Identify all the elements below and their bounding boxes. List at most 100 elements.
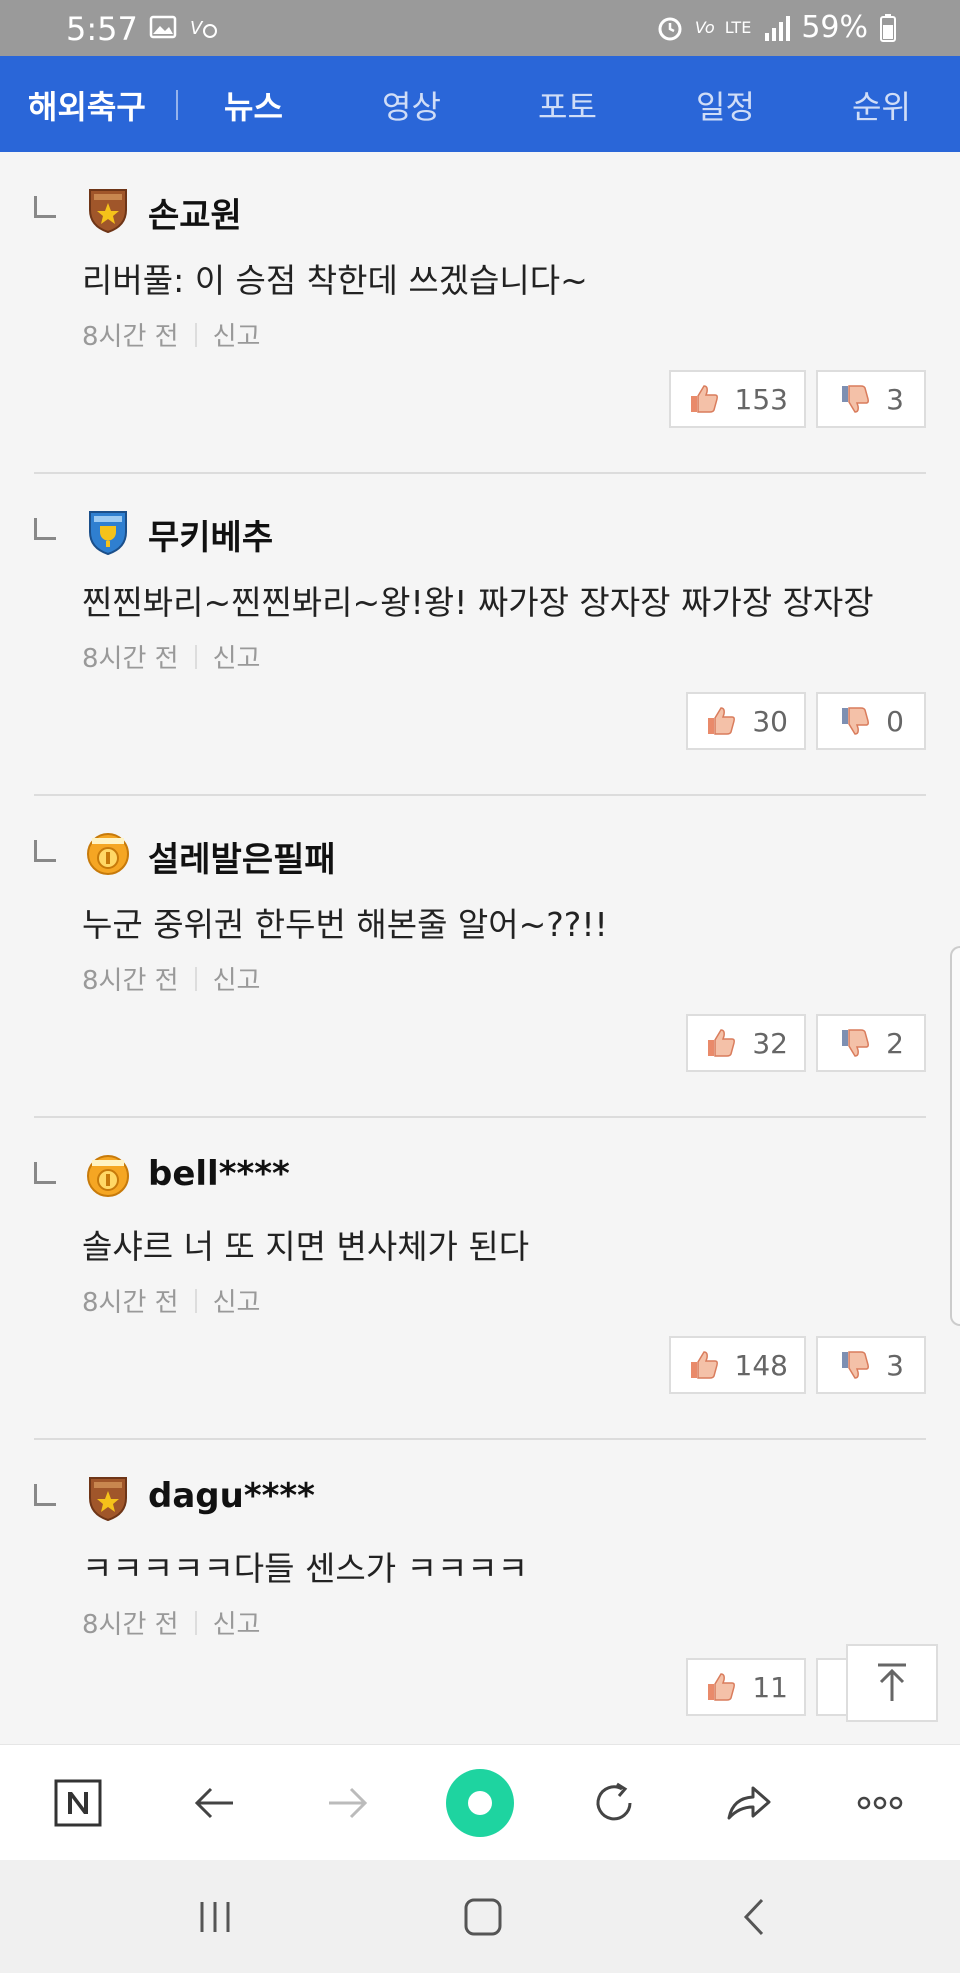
battery-icon xyxy=(880,13,896,42)
comment-item: dagu**** ㅋㅋㅋㅋㅋ다들 센스가 ㅋㅋㅋㅋ 8시간 전 신고 11 xyxy=(0,1440,960,1762)
more-button[interactable] xyxy=(852,1775,908,1831)
thumbs-up-icon xyxy=(708,707,736,735)
green-dot-button[interactable] xyxy=(444,1767,516,1839)
thumbs-up-icon xyxy=(690,1351,718,1379)
report-link[interactable]: 신고 xyxy=(213,1282,261,1319)
tab-photo[interactable]: 포토 xyxy=(538,82,597,128)
report-link[interactable]: 신고 xyxy=(213,316,261,353)
like-button[interactable]: 153 xyxy=(668,370,806,428)
side-scroll-handle[interactable] xyxy=(950,946,960,1326)
back-arrow-icon xyxy=(194,1787,233,1819)
comment-time: 8시간 전 xyxy=(82,966,179,996)
like-button[interactable]: 32 xyxy=(686,1014,806,1072)
comment-item: bell**** 솔샤르 너 또 지면 변사체가 된다 8시간 전 신고 148… xyxy=(0,1118,960,1440)
meta-separator xyxy=(194,966,197,991)
signal-icon xyxy=(765,15,791,41)
scroll-to-top-button[interactable] xyxy=(846,1644,938,1722)
comment-text: ㅋㅋㅋㅋㅋ다들 센스가 ㅋㅋㅋㅋ xyxy=(82,1549,529,1588)
bronze-shield-star-icon xyxy=(89,189,127,234)
reply-indicator-icon xyxy=(34,518,56,540)
status-time: 5:57 xyxy=(66,10,138,48)
dislike-count: 3 xyxy=(886,382,904,416)
dislike-button[interactable]: 2 xyxy=(816,1014,926,1072)
arrow-up-to-top-icon xyxy=(878,1663,906,1701)
comment-username[interactable]: 설레발은필패 xyxy=(148,832,336,881)
comment-time: 8시간 전 xyxy=(82,322,179,352)
sports-nav-bar: 해외축구 뉴스 영상 포토 일정 순위 xyxy=(0,56,960,152)
comment-username[interactable]: dagu**** xyxy=(148,1476,315,1516)
comment-item: 손교원 리버풀: 이 승점 착한데 쓰겠습니다~ 8시간 전 신고 153 3 xyxy=(0,152,960,474)
network-type: LTE xyxy=(724,18,752,37)
reply-indicator-icon xyxy=(34,1162,56,1184)
thumbs-up-icon xyxy=(708,1029,736,1057)
report-link[interactable]: 신고 xyxy=(213,638,261,675)
comment-time: 8시간 전 xyxy=(82,1288,179,1318)
dislike-count: 3 xyxy=(886,1348,904,1382)
comment-username[interactable]: 무키베추 xyxy=(148,510,273,559)
pro-blue-shield-icon xyxy=(89,511,127,556)
svg-text:V: V xyxy=(190,18,204,39)
reply-indicator-icon xyxy=(34,840,56,862)
like-count: 30 xyxy=(752,704,788,738)
master-gold-badge-icon xyxy=(87,1155,129,1197)
like-button[interactable]: 148 xyxy=(668,1336,806,1394)
like-button[interactable]: 11 xyxy=(686,1658,806,1716)
volte-icon: V xyxy=(190,18,217,39)
back-button[interactable] xyxy=(186,1775,242,1831)
meta-separator xyxy=(194,322,197,347)
bronze-shield-star-icon xyxy=(89,1477,127,1522)
dislike-button[interactable]: 0 xyxy=(816,692,926,750)
like-count: 32 xyxy=(752,1026,788,1060)
thumbs-down-icon xyxy=(842,385,870,413)
system-navigation-bar xyxy=(0,1860,960,1973)
section-title[interactable]: 해외축구 xyxy=(28,82,146,128)
naver-home-button[interactable] xyxy=(50,1775,106,1831)
forward-button[interactable] xyxy=(320,1775,376,1831)
comment-item: 무키베추 찐찐봐리~찐찐봐리~왕!왕! 짜가장 장자장 짜가장 장자장 8시간 … xyxy=(0,474,960,796)
share-button[interactable] xyxy=(720,1775,776,1831)
like-count: 11 xyxy=(752,1670,788,1704)
alarm-icon xyxy=(658,17,682,40)
report-link[interactable]: 신고 xyxy=(213,960,261,997)
recent-apps-icon[interactable] xyxy=(190,1892,240,1942)
dislike-button[interactable]: 3 xyxy=(816,1336,926,1394)
thumbs-down-icon xyxy=(842,1351,870,1379)
thumbs-up-icon xyxy=(708,1673,736,1701)
tab-schedule[interactable]: 일정 xyxy=(696,82,755,128)
status-bar: 5:57 V Vo LTE 59% xyxy=(0,0,960,56)
comment-username[interactable]: bell**** xyxy=(148,1154,290,1194)
comment-text: 누군 중위권 한두번 해본줄 알어~??!! xyxy=(82,905,608,944)
tab-ranking[interactable]: 순위 xyxy=(852,82,911,128)
master-gold-badge-icon xyxy=(87,833,129,875)
refresh-button[interactable] xyxy=(586,1775,642,1831)
comment-time: 8시간 전 xyxy=(82,644,179,674)
comment-text: 찐찐봐리~찐찐봐리~왕!왕! 짜가장 장자장 짜가장 장자장 xyxy=(82,583,874,622)
like-button[interactable]: 30 xyxy=(686,692,806,750)
home-icon[interactable] xyxy=(458,1892,508,1942)
report-link[interactable]: 신고 xyxy=(213,1604,261,1641)
dislike-count: 2 xyxy=(886,1026,904,1060)
meta-separator xyxy=(194,644,197,669)
tab-video[interactable]: 영상 xyxy=(382,82,441,128)
tab-news[interactable]: 뉴스 xyxy=(224,82,283,128)
thumbs-down-icon xyxy=(842,1029,870,1057)
refresh-icon xyxy=(596,1782,632,1821)
forward-arrow-icon xyxy=(329,1787,368,1819)
thumbs-up-icon xyxy=(690,385,718,413)
system-back-icon[interactable] xyxy=(730,1892,780,1942)
comment-list: 손교원 리버풀: 이 승점 착한데 쓰겠습니다~ 8시간 전 신고 153 3 … xyxy=(0,152,960,1762)
more-icon xyxy=(857,1796,903,1810)
meta-separator xyxy=(194,1288,197,1313)
thumbs-down-icon xyxy=(842,707,870,735)
comment-item: 설레발은필패 누군 중위권 한두번 해본줄 알어~??!! 8시간 전 신고 3… xyxy=(0,796,960,1118)
green-dot-icon xyxy=(446,1769,514,1837)
meta-separator xyxy=(194,1610,197,1635)
comment-username[interactable]: 손교원 xyxy=(148,188,242,237)
dislike-button[interactable]: 3 xyxy=(816,370,926,428)
dislike-count: 0 xyxy=(886,704,904,738)
reply-indicator-icon xyxy=(34,1484,56,1506)
reply-indicator-icon xyxy=(34,196,56,218)
like-count: 153 xyxy=(734,382,788,416)
like-count: 148 xyxy=(734,1348,788,1382)
battery-percent: 59% xyxy=(801,10,868,45)
